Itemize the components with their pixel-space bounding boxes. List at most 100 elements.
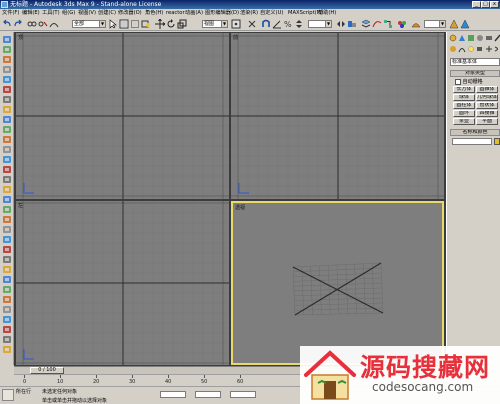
redo-icon[interactable] [13, 19, 23, 29]
select-by-name-icon[interactable] [119, 19, 129, 29]
reactor-tool-icon[interactable] [2, 115, 12, 124]
pyramid-button[interactable]: 四棱锥 [476, 110, 498, 117]
align-icon[interactable] [347, 19, 357, 29]
viewport-label-perspective[interactable]: 透视 [235, 204, 245, 211]
category-dropdown[interactable]: 标准基本体 [450, 58, 500, 66]
shapes-icon[interactable] [458, 45, 466, 53]
reactor-tool-icon[interactable] [2, 215, 12, 224]
menu-create[interactable]: 创建(C) [98, 9, 116, 17]
auto-grid-checkbox[interactable]: 自动栅格 [455, 78, 483, 85]
reactor-tool-icon[interactable] [2, 35, 12, 44]
reactor-tool-icon[interactable] [2, 195, 12, 204]
create-tab-icon[interactable] [449, 34, 457, 42]
reactor-tool-icon[interactable] [2, 65, 12, 74]
viewport-label-left[interactable]: 左 [18, 202, 23, 209]
menu-rendering[interactable]: 渲染(R) [240, 9, 258, 17]
unlink-icon[interactable] [38, 19, 48, 29]
cylinder-button[interactable]: 圆柱体 [453, 102, 475, 109]
object-color-swatch[interactable] [494, 138, 500, 145]
viewport-left[interactable]: 左 [16, 201, 229, 365]
reactor-tool-icon[interactable] [2, 345, 12, 354]
reactor-tool-icon[interactable] [2, 295, 12, 304]
rollout-name-color[interactable]: 名称和颜色 [450, 129, 500, 136]
viewport-front[interactable]: 前 [231, 33, 444, 199]
geometry-icon[interactable] [449, 45, 457, 53]
rotate-icon[interactable] [166, 19, 176, 29]
reactor-tool-icon[interactable] [2, 155, 12, 164]
reactor-tool-icon[interactable] [2, 175, 12, 184]
active-shade-icon[interactable] [460, 19, 470, 29]
viewport-top[interactable]: 顶 [16, 33, 229, 199]
menu-character[interactable]: 角色(H) [145, 9, 163, 17]
render-type-dropdown[interactable]: ▼ [424, 20, 446, 28]
menu-edit[interactable]: 编辑(E) [22, 9, 40, 17]
reactor-tool-icon[interactable] [2, 315, 12, 324]
viewport-label-top[interactable]: 顶 [18, 34, 23, 41]
reactor-tool-icon[interactable] [2, 265, 12, 274]
menu-file[interactable]: 文件(F) [2, 9, 19, 17]
reactor-tool-icon[interactable] [2, 85, 12, 94]
select-link-icon[interactable] [27, 19, 37, 29]
reactor-tool-icon[interactable] [2, 125, 12, 134]
plane-button[interactable]: 平面 [476, 118, 498, 125]
reactor-tool-icon[interactable] [2, 285, 12, 294]
reactor-tool-icon[interactable] [2, 145, 12, 154]
teapot-button[interactable]: 茶壶 [453, 118, 475, 125]
reactor-tool-icon[interactable] [2, 225, 12, 234]
coord-x-field[interactable] [160, 391, 186, 398]
reactor-tool-icon[interactable] [2, 185, 12, 194]
move-icon[interactable] [155, 19, 165, 29]
schematic-view-icon[interactable] [383, 19, 393, 29]
close-button[interactable]: x [490, 1, 499, 8]
menu-customize[interactable]: 自定义(U) [260, 9, 283, 17]
tube-button[interactable]: 管状体 [476, 102, 498, 109]
menu-help[interactable]: 帮助(H) [318, 9, 336, 17]
hierarchy-tab-icon[interactable] [467, 34, 475, 42]
menu-reactor[interactable]: reactor [166, 9, 185, 17]
reactor-tool-icon[interactable] [2, 235, 12, 244]
menu-views[interactable]: 视图(V) [78, 9, 96, 17]
cone-button[interactable]: 圆锥体 [476, 86, 498, 93]
pivot-center-icon[interactable] [231, 19, 241, 29]
reactor-tool-icon[interactable] [2, 45, 12, 54]
selection-filter-dropdown[interactable]: 全部 ▼ [72, 20, 106, 28]
mirror-icon[interactable] [336, 19, 346, 29]
viewport-perspective[interactable]: 透视 [231, 201, 444, 365]
named-selection-dropdown[interactable]: ▼ [308, 20, 332, 28]
viewport-label-front[interactable]: 前 [233, 34, 238, 41]
menu-modifiers[interactable]: 修改器(O) [118, 9, 142, 17]
reactor-tool-icon[interactable] [2, 105, 12, 114]
percent-snap-icon[interactable]: % [283, 19, 293, 29]
quick-render-icon[interactable] [449, 19, 459, 29]
reactor-tool-icon[interactable] [2, 95, 12, 104]
reactor-tool-icon[interactable] [2, 305, 12, 314]
modify-tab-icon[interactable] [458, 34, 466, 42]
torus-button[interactable]: 圆环 [453, 110, 475, 117]
spinner-snap-icon[interactable] [294, 19, 304, 29]
reactor-tool-icon[interactable] [2, 245, 12, 254]
sphere-button[interactable]: 球体 [453, 94, 475, 101]
snaps-toggle-icon[interactable] [261, 19, 271, 29]
reactor-tool-icon[interactable] [2, 55, 12, 64]
menu-group[interactable]: 组(G) [62, 9, 75, 17]
rect-selection-icon[interactable] [130, 19, 140, 29]
display-tab-icon[interactable] [485, 34, 493, 42]
reactor-tool-icon[interactable] [2, 165, 12, 174]
undo-icon[interactable] [2, 19, 12, 29]
coord-y-field[interactable] [195, 391, 221, 398]
rollout-object-type[interactable]: 对象类型 [450, 70, 500, 77]
material-editor-icon[interactable] [397, 19, 407, 29]
curve-editor-icon[interactable] [372, 19, 382, 29]
render-scene-icon[interactable] [411, 19, 421, 29]
menu-animation[interactable]: 动画(A) [185, 9, 203, 17]
menu-graph-editors[interactable]: 图形编辑器(D) [205, 9, 239, 17]
reactor-tool-icon[interactable] [2, 275, 12, 284]
select-object-icon[interactable] [108, 19, 118, 29]
utilities-tab-icon[interactable] [494, 34, 500, 42]
object-name-input[interactable] [452, 138, 492, 145]
helpers-icon[interactable] [485, 45, 493, 53]
select-manipulate-icon[interactable] [247, 19, 257, 29]
spacewarps-icon[interactable] [494, 45, 500, 53]
coord-z-field[interactable] [230, 391, 256, 398]
cameras-icon[interactable] [476, 45, 484, 53]
